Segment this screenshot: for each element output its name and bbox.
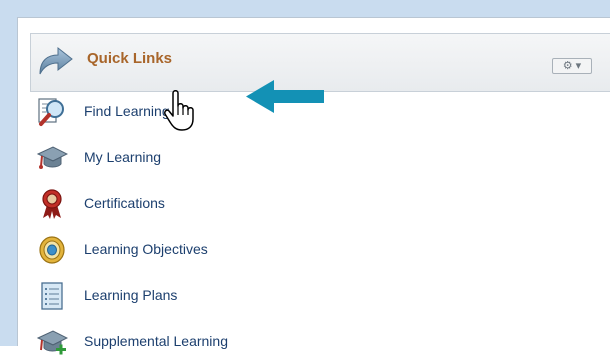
link-label[interactable]: Supplemental Learning xyxy=(84,333,228,349)
link-label[interactable]: Certifications xyxy=(84,195,165,211)
link-learning-plans[interactable]: Learning Plans xyxy=(30,276,610,316)
chevron-down-icon: ▾ xyxy=(575,59,582,72)
hand-pointer-icon xyxy=(164,90,194,131)
graduation-cap-plus-icon xyxy=(36,330,68,355)
link-label[interactable]: Learning Objectives xyxy=(84,241,208,257)
link-my-learning[interactable]: My Learning xyxy=(30,138,610,178)
link-certifications[interactable]: Certifications xyxy=(30,184,610,224)
link-label[interactable]: My Learning xyxy=(84,149,161,165)
panel-title: Quick Links xyxy=(87,50,173,67)
gear-icon: ⚙ xyxy=(562,59,573,72)
magnifier-document-icon xyxy=(38,98,64,126)
quick-links-list: Find Learning My Learning Certifications xyxy=(30,92,610,355)
forward-arrow-icon xyxy=(39,46,73,75)
link-label[interactable]: Learning Plans xyxy=(84,287,177,303)
target-icon xyxy=(39,236,65,264)
link-supplemental-learning[interactable]: Supplemental Learning xyxy=(30,322,610,362)
callout-arrow-icon xyxy=(246,80,324,113)
panel-settings-button[interactable]: ⚙ ▾ xyxy=(552,58,592,74)
link-label[interactable]: Find Learning xyxy=(84,103,170,119)
award-ribbon-icon xyxy=(42,189,62,219)
graduation-cap-icon xyxy=(36,146,68,169)
quick-links-panel: Quick Links ⚙ ▾ Find Learning My Learnin… xyxy=(17,17,610,355)
checklist-icon xyxy=(41,282,63,310)
link-learning-objectives[interactable]: Learning Objectives xyxy=(30,230,610,270)
